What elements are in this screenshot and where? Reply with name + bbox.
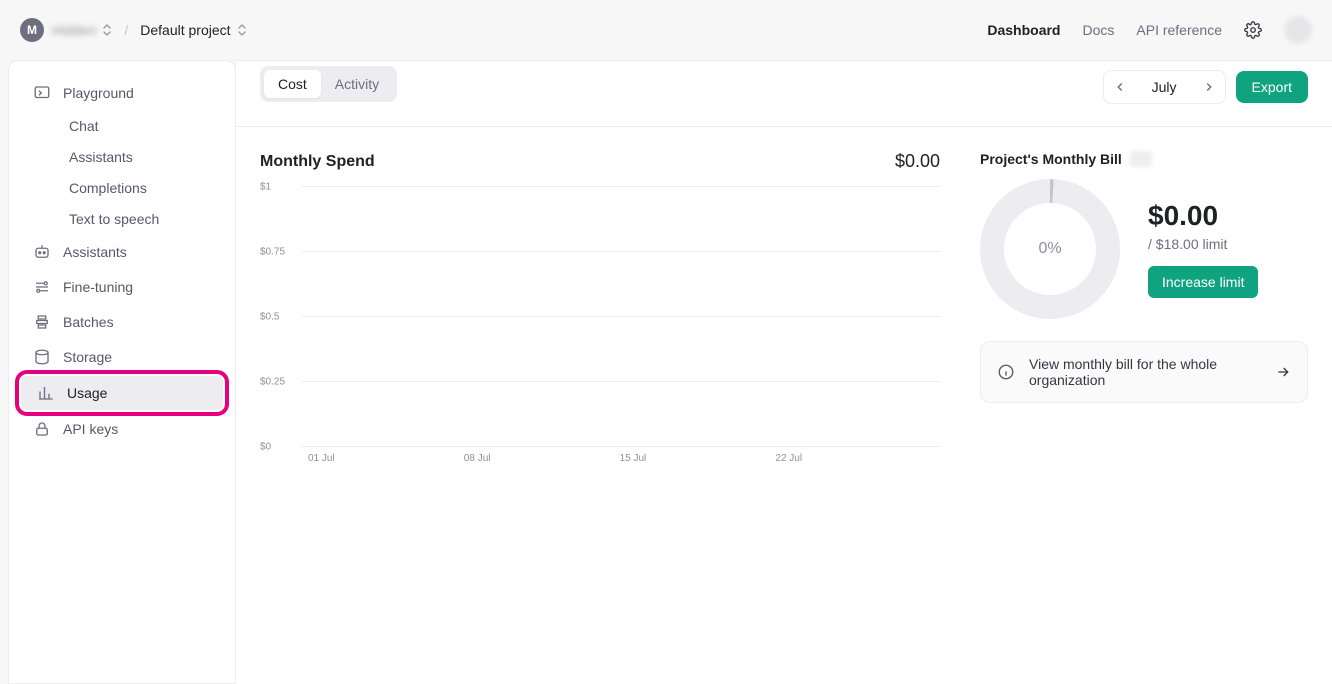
sidebar-item-assistants-sub[interactable]: Assistants — [17, 142, 227, 172]
org-name[interactable]: Hidden — [52, 22, 96, 38]
bill-info-icon — [1130, 151, 1152, 167]
finetuning-icon — [33, 278, 51, 296]
project-switch-icon[interactable] — [237, 24, 247, 36]
sidebar-item-playground[interactable]: Playground — [17, 76, 227, 110]
project-name[interactable]: Default project — [140, 22, 230, 38]
gear-icon[interactable] — [1244, 21, 1262, 39]
sidebar-item-completions[interactable]: Completions — [17, 173, 227, 203]
top-bar: M Hidden / Default project Dashboard Doc… — [0, 0, 1332, 60]
bill-panel: Project's Monthly Bill 0% $0.00 / $18.00… — [980, 151, 1308, 446]
sidebar-item-batches[interactable]: Batches — [17, 305, 227, 339]
lock-icon — [33, 420, 51, 438]
sidebar-label: Assistants — [63, 244, 127, 260]
xtick: 22 Jul — [775, 453, 802, 464]
sidebar-label: Batches — [63, 314, 114, 330]
org-switch-icon[interactable] — [102, 24, 112, 36]
ytick: $1 — [260, 182, 271, 193]
sidebar-label: Usage — [67, 385, 107, 401]
content: Usage: Cost Cost Activity July — [235, 60, 1332, 684]
org-bill-link-text: View monthly bill for the whole organiza… — [1029, 356, 1249, 388]
nav-api-reference[interactable]: API reference — [1136, 22, 1222, 38]
tab-activity[interactable]: Activity — [321, 70, 393, 98]
export-button[interactable]: Export — [1236, 71, 1308, 103]
donut-percent: 0% — [1038, 240, 1061, 258]
playground-icon — [33, 84, 51, 102]
xtick: 01 Jul — [308, 453, 335, 464]
ytick: $0.25 — [260, 377, 285, 388]
tab-cost[interactable]: Cost — [264, 70, 321, 98]
month-picker: July — [1103, 70, 1226, 104]
sidebar-label: Fine-tuning — [63, 279, 133, 295]
usage-icon — [37, 384, 55, 402]
breadcrumb-separator: / — [124, 22, 128, 38]
xtick: 15 Jul — [620, 453, 647, 464]
chart-area: $1 $0.75 $0.5 $0.25 $0 01 Jul 08 Jul 15 … — [302, 186, 940, 446]
sidebar-label: Playground — [63, 85, 134, 101]
info-icon — [997, 363, 1015, 381]
ytick: $0.75 — [260, 247, 285, 258]
sidebar-item-apikeys[interactable]: API keys — [17, 412, 227, 446]
bill-limit: / $18.00 limit — [1148, 236, 1258, 252]
sidebar-item-storage[interactable]: Storage — [17, 340, 227, 374]
nav-dashboard[interactable]: Dashboard — [987, 22, 1060, 38]
usage-donut: 0% — [980, 179, 1120, 319]
sidebar-label: API keys — [63, 421, 118, 437]
org-avatar[interactable]: M — [20, 18, 44, 42]
ytick: $0 — [260, 442, 271, 453]
sidebar-item-chat[interactable]: Chat — [17, 111, 227, 141]
bill-amount: $0.00 — [1148, 200, 1258, 232]
month-label: July — [1136, 79, 1193, 95]
xtick: 08 Jul — [464, 453, 491, 464]
breadcrumb: Hidden / Default project — [52, 22, 247, 38]
ytick: $0.5 — [260, 312, 279, 323]
bill-title: Project's Monthly Bill — [980, 151, 1122, 167]
sidebar: Playground Chat Assistants Completions T… — [8, 60, 236, 684]
chart-panel: Monthly Spend $0.00 $1 $0.75 $0.5 $0.25 … — [260, 151, 940, 446]
org-bill-link[interactable]: View monthly bill for the whole organiza… — [980, 341, 1308, 403]
arrow-right-icon — [1275, 364, 1291, 380]
prev-month-button[interactable] — [1104, 71, 1136, 103]
nav-docs[interactable]: Docs — [1082, 22, 1114, 38]
chart-title: Monthly Spend — [260, 153, 375, 171]
chart-total: $0.00 — [895, 151, 940, 172]
sidebar-label: Storage — [63, 349, 112, 365]
assistants-icon — [33, 243, 51, 261]
increase-limit-button[interactable]: Increase limit — [1148, 266, 1258, 298]
sidebar-item-assistants[interactable]: Assistants — [17, 235, 227, 269]
storage-icon — [33, 348, 51, 366]
sidebar-item-usage[interactable]: Usage — [21, 376, 223, 410]
subtabs: Cost Activity — [260, 66, 397, 102]
sidebar-item-tts[interactable]: Text to speech — [17, 204, 227, 234]
user-avatar[interactable] — [1284, 16, 1312, 44]
sidebar-item-finetuning[interactable]: Fine-tuning — [17, 270, 227, 304]
next-month-button[interactable] — [1193, 71, 1225, 103]
batches-icon — [33, 313, 51, 331]
